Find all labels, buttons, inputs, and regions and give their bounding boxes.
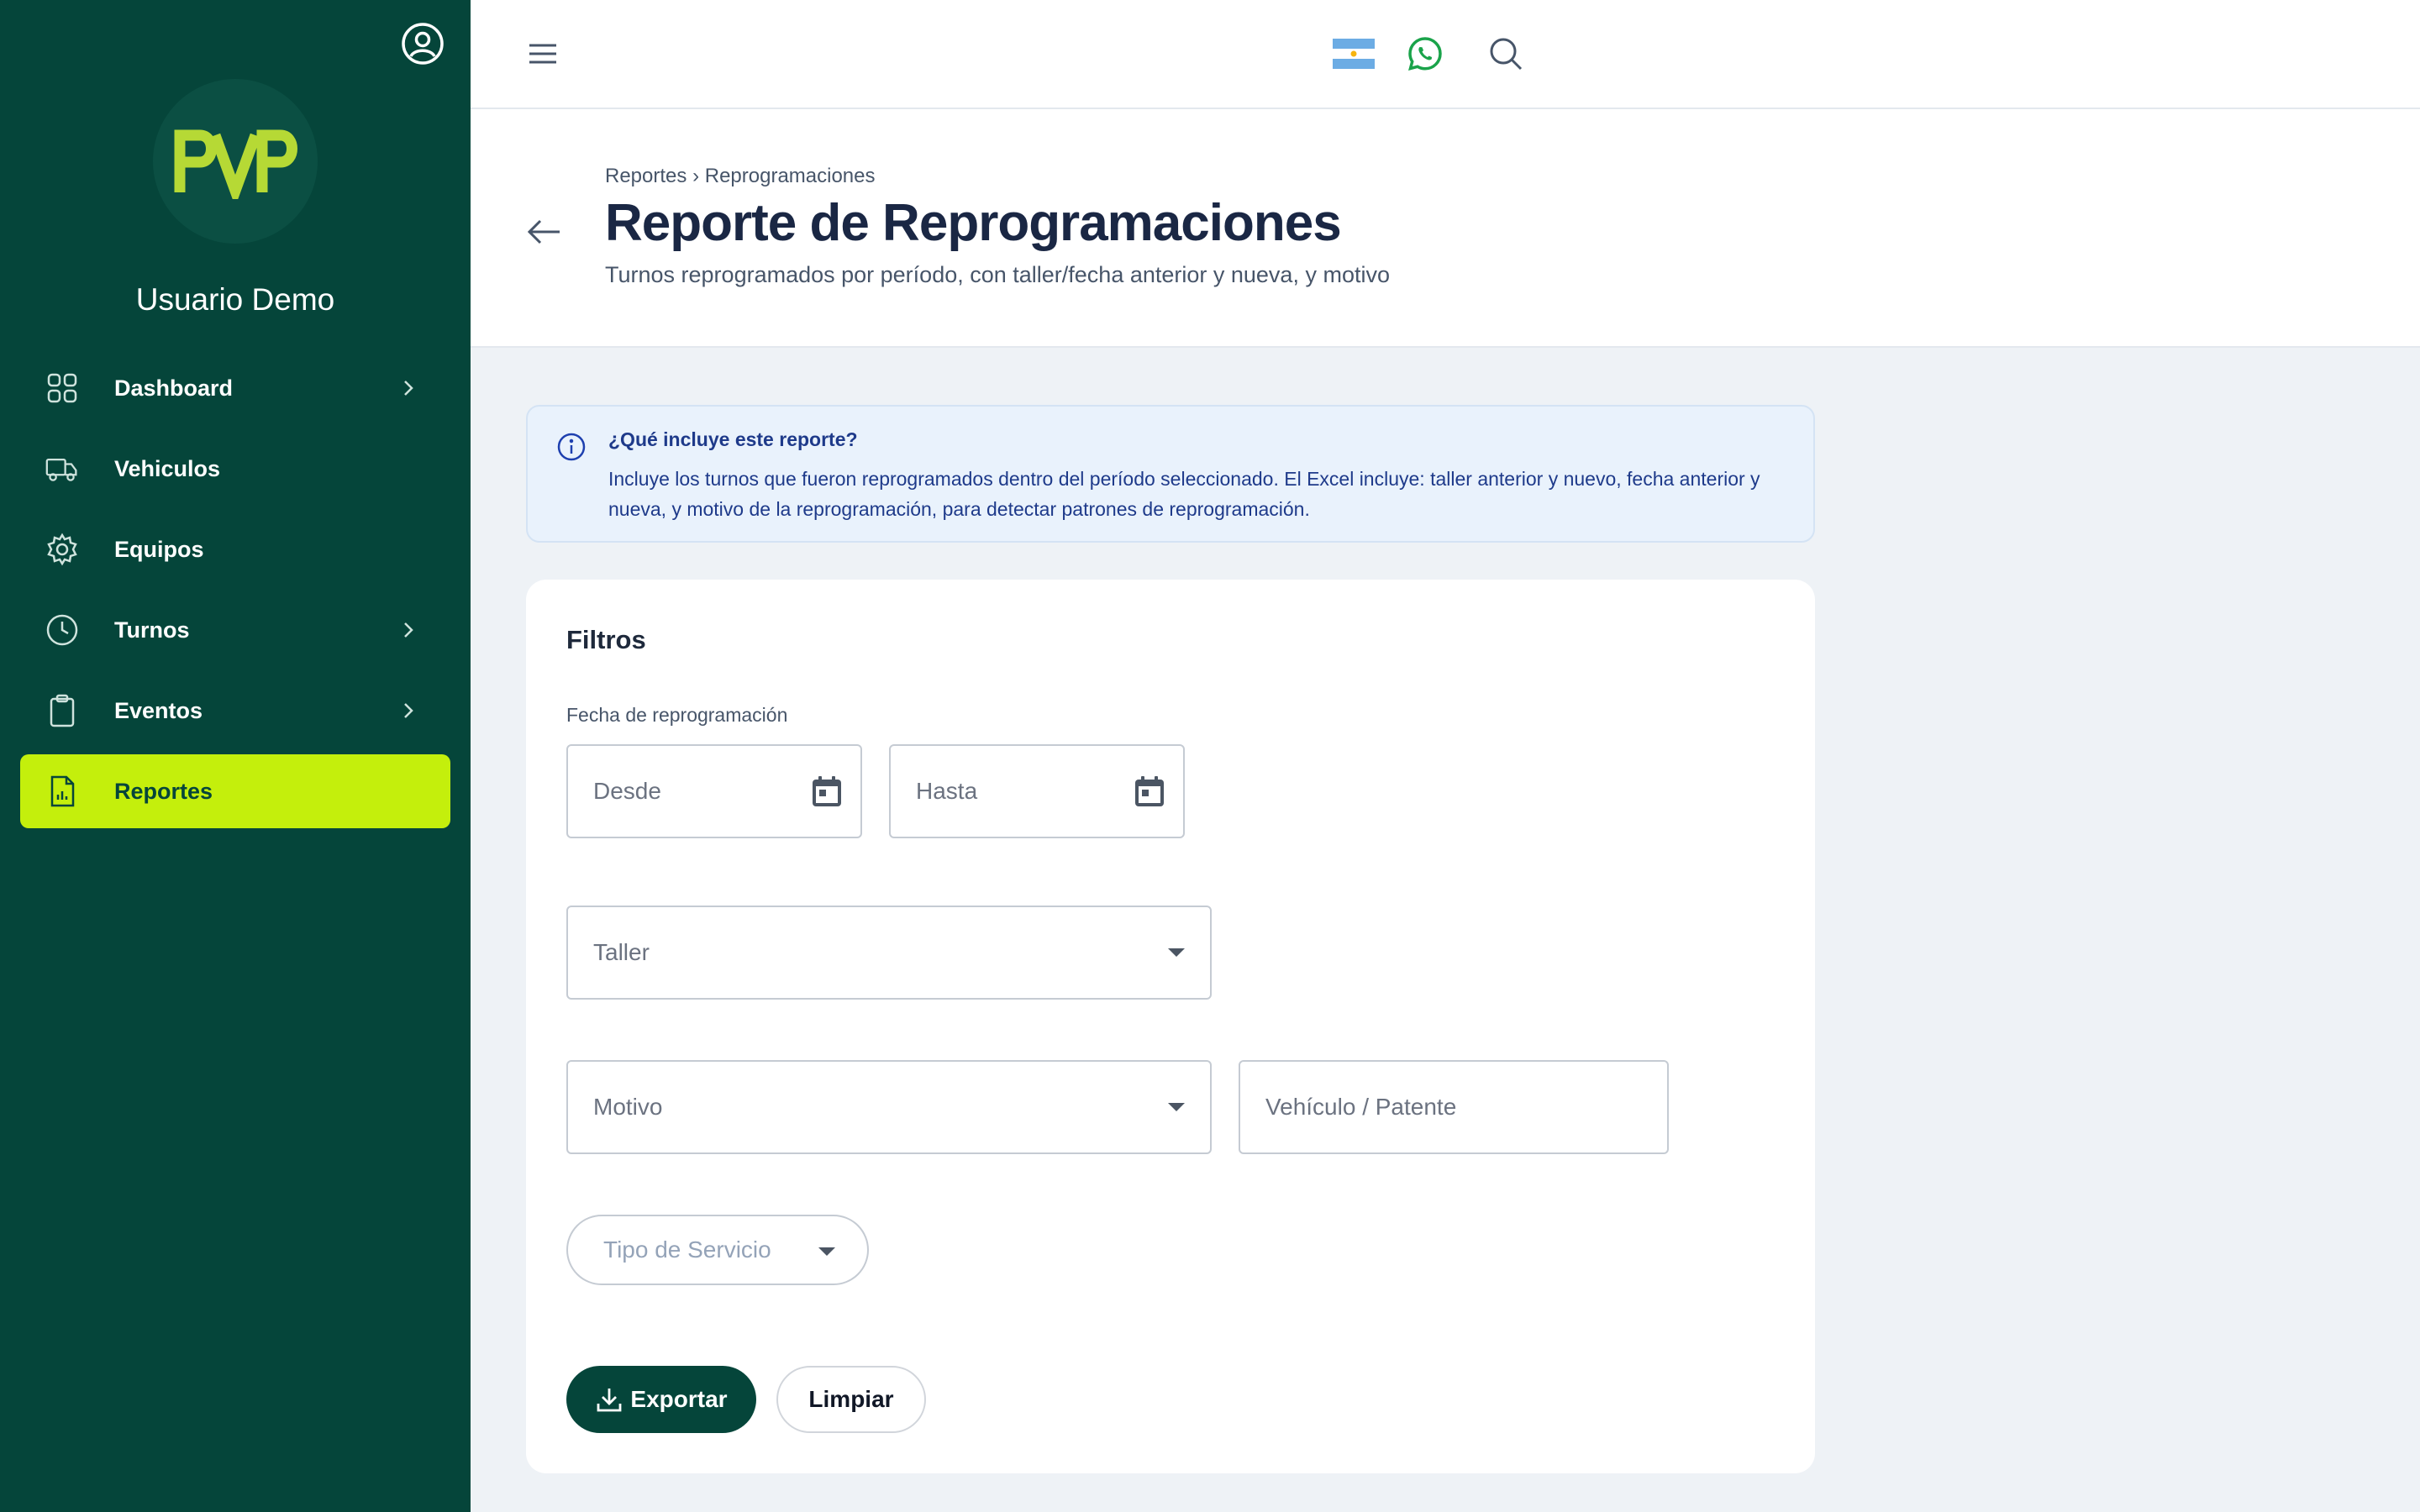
- caret-down-icon: [1160, 936, 1193, 969]
- clear-button[interactable]: Limpiar: [776, 1366, 926, 1433]
- sidebar-nav: Dashboard Vehiculos Equipos Turnos Event…: [20, 351, 450, 835]
- whatsapp-icon[interactable]: [1407, 35, 1444, 72]
- sidebar-item-reportes[interactable]: Reportes: [20, 754, 450, 828]
- motivo-placeholder: Motivo: [593, 1094, 663, 1120]
- chevron-right-icon: [404, 703, 413, 718]
- report-icon: [45, 774, 79, 808]
- sidebar-item-label: Vehiculos: [114, 455, 221, 481]
- clipboard-icon: [45, 694, 79, 727]
- sidebar-item-label: Dashboard: [114, 375, 234, 401]
- topbar: [471, 0, 2420, 109]
- page-header: Reportes › Reprogramaciones Reporte de R…: [471, 109, 2420, 348]
- page-subtitle: Turnos reprogramados por período, con ta…: [605, 262, 1390, 287]
- taller-select[interactable]: Taller: [566, 906, 1212, 1000]
- info-title: ¿Qué incluye este reporte?: [608, 428, 858, 450]
- info-icon: [557, 433, 586, 461]
- taller-placeholder: Taller: [593, 939, 650, 965]
- sidebar-item-equipos[interactable]: Equipos: [20, 512, 450, 586]
- sidebar-item-dashboard[interactable]: Dashboard: [20, 351, 450, 425]
- sidebar-item-vehiculos[interactable]: Vehiculos: [20, 432, 450, 506]
- user-name: Usuario Demo: [135, 282, 335, 317]
- sidebar-item-label: Turnos: [114, 617, 190, 643]
- vehiculo-placeholder: Vehículo / Patente: [1265, 1094, 1457, 1120]
- search-icon[interactable]: [1487, 35, 1524, 72]
- sidebar-item-eventos[interactable]: Eventos: [20, 674, 450, 748]
- breadcrumb-parent[interactable]: Reportes: [605, 165, 687, 187]
- tipo-servicio-select[interactable]: Tipo de Servicio: [566, 1215, 869, 1285]
- info-box: ¿Qué incluye este reporte? Incluye los t…: [526, 405, 1815, 543]
- chevron-right-icon: [404, 381, 413, 396]
- breadcrumb-separator: ›: [692, 165, 700, 187]
- sidebar-item-label: Reportes: [114, 778, 213, 804]
- truck-icon: [45, 452, 79, 486]
- sidebar-item-label: Eventos: [114, 697, 203, 723]
- motivo-select[interactable]: Motivo: [566, 1060, 1212, 1154]
- user-circle-icon: [402, 23, 444, 65]
- hamburger-menu-icon[interactable]: [526, 37, 560, 71]
- sidebar-item-label: Equipos: [114, 536, 204, 562]
- pvp-logo-icon: [174, 129, 297, 199]
- export-button[interactable]: Exportar: [566, 1366, 756, 1433]
- hasta-date-input[interactable]: Hasta: [889, 744, 1185, 838]
- page-title: Reporte de Reprogramaciones: [605, 194, 1342, 252]
- download-icon: [597, 1389, 622, 1412]
- grid-icon: [45, 371, 79, 405]
- gear-icon: [45, 533, 79, 566]
- desde-placeholder: Desde: [593, 778, 661, 804]
- clear-label: Limpiar: [808, 1386, 894, 1412]
- tipo-servicio-placeholder: Tipo de Servicio: [603, 1236, 771, 1263]
- breadcrumb: Reportes › Reprogramaciones: [605, 165, 876, 188]
- hasta-placeholder: Hasta: [916, 778, 978, 804]
- calendar-icon[interactable]: [1133, 774, 1166, 808]
- vehiculo-patente-input[interactable]: Vehículo / Patente: [1239, 1060, 1669, 1154]
- sidebar: Usuario Demo Dashboard Vehiculos Equipos…: [0, 0, 471, 1512]
- breadcrumb-current: Reprogramaciones: [704, 165, 876, 187]
- export-label: Exportar: [630, 1386, 728, 1412]
- caret-down-icon: [818, 1247, 835, 1256]
- filters-title: Filtros: [566, 625, 646, 654]
- argentina-flag-icon[interactable]: [1333, 39, 1375, 69]
- logo: [153, 79, 318, 244]
- user-account-button[interactable]: [399, 20, 446, 67]
- chevron-right-icon: [404, 622, 413, 638]
- desde-date-input[interactable]: Desde: [566, 744, 862, 838]
- calendar-icon[interactable]: [810, 774, 844, 808]
- sidebar-item-turnos[interactable]: Turnos: [20, 593, 450, 667]
- back-arrow-icon[interactable]: [524, 212, 565, 252]
- filters-card: Filtros Fecha de reprogramación Desde Ha…: [526, 580, 1815, 1473]
- caret-down-icon: [1160, 1090, 1193, 1124]
- info-text: Incluye los turnos que fueron reprograma…: [608, 468, 1760, 520]
- clock-icon: [45, 613, 79, 647]
- date-range-label: Fecha de reprogramación: [566, 704, 788, 726]
